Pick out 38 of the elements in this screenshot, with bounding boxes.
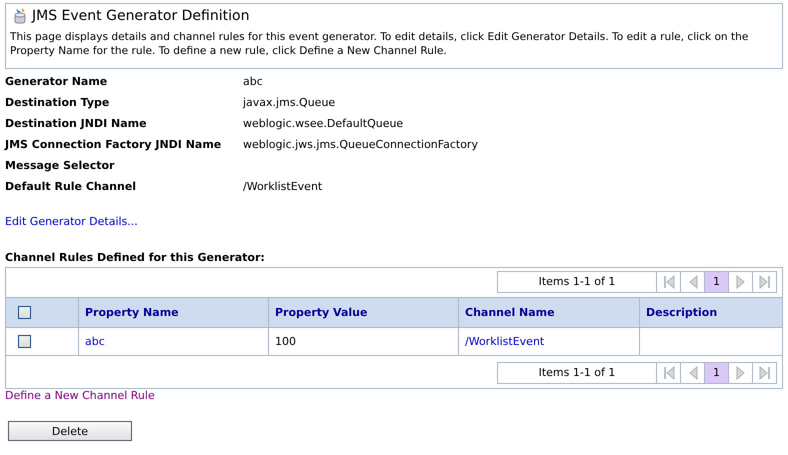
property-value: javax.jms.Queue <box>243 95 336 111</box>
database-icon <box>13 8 27 24</box>
first-page-icon <box>662 366 674 380</box>
next-page-icon <box>734 366 746 380</box>
page-number[interactable]: 1 <box>705 363 729 383</box>
column-header: Property Value <box>268 298 458 328</box>
property-label: Message Selector <box>5 158 116 174</box>
property-value: weblogic.jws.jms.QueueConnectionFactory <box>243 137 478 153</box>
previous-page-icon <box>686 275 698 289</box>
property-value: weblogic.wsee.DefaultQueue <box>243 116 404 132</box>
property-label: Destination JNDI Name <box>5 116 148 132</box>
delete-button[interactable]: Delete <box>8 421 132 441</box>
edit-details-link[interactable]: Edit Generator Details... <box>5 215 138 228</box>
next-page-icon <box>734 275 746 289</box>
checkbox[interactable] <box>18 306 31 320</box>
column-header: Description <box>640 298 782 328</box>
property-label: Generator Name <box>5 74 108 90</box>
last-page-icon <box>758 275 770 289</box>
property-label: JMS Connection Factory JNDI Name <box>5 137 222 153</box>
page-description: This page displays details and channel rules for this event generator. To edit details, click Edit Generator Details. To edit a rule, click on the Property Name for the rule. To define a new rule, click Define a New Channel Rule. <box>10 30 750 58</box>
item-count: Items 1-1 of 1 <box>498 363 657 383</box>
table-cell: 100 <box>275 335 296 348</box>
column-header: Channel Name <box>458 298 640 328</box>
item-count: Items 1-1 of 1 <box>498 272 657 292</box>
define-rule-link[interactable]: Define a New Channel Rule <box>5 389 155 402</box>
property-label: Default Rule Channel <box>5 179 138 195</box>
property-name-link[interactable]: abc <box>85 335 105 348</box>
section-heading: Channel Rules Defined for this Generator: <box>5 251 266 264</box>
property-value: /WorklistEvent <box>243 179 324 195</box>
previous-page-icon <box>686 366 698 380</box>
property-label: Destination Type <box>5 95 110 111</box>
first-page-icon <box>662 275 674 289</box>
last-page-icon <box>758 366 770 380</box>
checkbox[interactable] <box>18 335 31 348</box>
page-title: JMS Event Generator Definition <box>32 8 250 24</box>
property-value: abc <box>243 74 264 90</box>
page-number[interactable]: 1 <box>705 272 729 292</box>
column-header: Property Name <box>78 298 268 328</box>
